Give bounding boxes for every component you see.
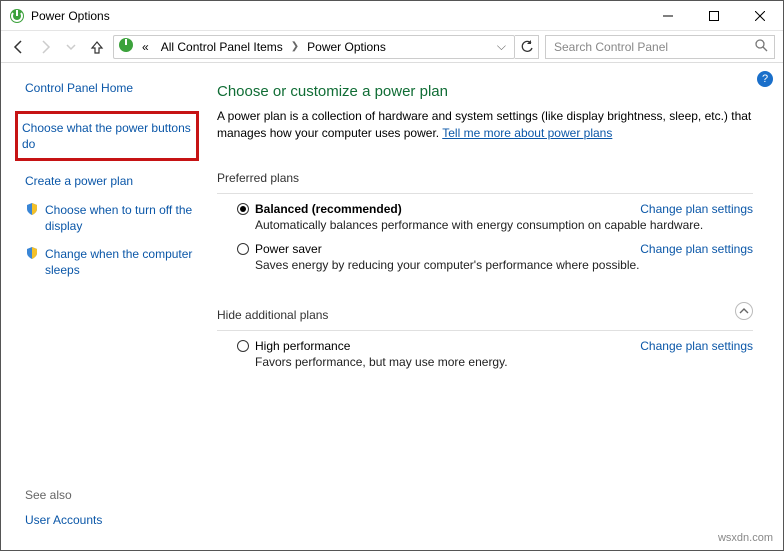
plan-balanced: Balanced (recommended) Change plan setti… [237, 202, 753, 232]
page-heading: Choose or customize a power plan [217, 83, 753, 100]
window-title: Power Options [31, 9, 110, 23]
sidebar-item-label: Choose when to turn off the display [45, 202, 199, 234]
preferred-plans-label: Preferred plans [217, 171, 753, 185]
sidebar: Control Panel Home Choose what the power… [1, 63, 211, 550]
chevron-right-icon: ❯ [291, 41, 299, 52]
breadcrumb-item[interactable]: All Control Panel Items [157, 40, 287, 54]
close-button[interactable] [737, 1, 783, 31]
plan-name[interactable]: High performance [255, 339, 640, 353]
sidebar-item-create-plan[interactable]: Create a power plan [25, 173, 199, 189]
plan-high-performance: High performance Change plan settings Fa… [237, 339, 753, 369]
main-content: Choose or customize a power plan A power… [211, 63, 783, 550]
sidebar-item-label: Create a power plan [25, 173, 133, 189]
sidebar-item-sleep[interactable]: Change when the computer sleeps [25, 246, 199, 278]
shield-icon [25, 202, 39, 216]
collapse-button[interactable] [735, 302, 753, 320]
radio-balanced[interactable] [237, 203, 249, 215]
sidebar-link-user-accounts[interactable]: User Accounts [25, 512, 199, 528]
search-input[interactable] [552, 39, 754, 55]
power-options-icon [118, 37, 134, 56]
radio-high-performance[interactable] [237, 340, 249, 352]
recent-dropdown[interactable] [61, 37, 81, 57]
breadcrumb-item[interactable]: Power Options [303, 40, 390, 54]
sidebar-item-power-buttons[interactable]: Choose what the power buttons do [15, 111, 199, 161]
chevron-down-icon[interactable]: ⌵ [493, 39, 510, 54]
breadcrumb-ellipsis[interactable]: « [138, 40, 153, 54]
sidebar-item-label: Change when the computer sleeps [45, 246, 199, 278]
change-plan-link[interactable]: Change plan settings [640, 242, 753, 256]
sidebar-item-display-off[interactable]: Choose when to turn off the display [25, 202, 199, 234]
breadcrumb[interactable]: « All Control Panel Items ❯ Power Option… [113, 35, 515, 59]
refresh-button[interactable] [515, 35, 539, 59]
back-button[interactable] [9, 37, 29, 57]
see-also-heading: See also [25, 488, 199, 502]
hide-additional-label[interactable]: Hide additional plans [217, 308, 735, 322]
title-bar: Power Options [1, 1, 783, 31]
plan-description: Saves energy by reducing your computer's… [255, 258, 753, 272]
maximize-button[interactable] [691, 1, 737, 31]
forward-button[interactable] [35, 37, 55, 57]
search-box[interactable] [545, 35, 775, 59]
plan-name[interactable]: Power saver [255, 242, 640, 256]
more-info-link[interactable]: Tell me more about power plans [442, 126, 612, 140]
sidebar-item-label: Choose what the power buttons do [22, 120, 192, 152]
power-options-icon [9, 8, 25, 24]
up-button[interactable] [87, 37, 107, 57]
watermark: wsxdn.com [718, 532, 773, 544]
change-plan-link[interactable]: Change plan settings [640, 339, 753, 353]
minimize-button[interactable] [645, 1, 691, 31]
plan-description: Favors performance, but may use more ene… [255, 355, 753, 369]
search-icon[interactable] [754, 38, 768, 55]
address-bar: « All Control Panel Items ❯ Power Option… [1, 31, 783, 63]
control-panel-home-link[interactable]: Control Panel Home [25, 81, 199, 95]
page-description: A power plan is a collection of hardware… [217, 108, 753, 143]
help-icon[interactable]: ? [757, 71, 773, 87]
change-plan-link[interactable]: Change plan settings [640, 202, 753, 216]
plan-description: Automatically balances performance with … [255, 218, 753, 232]
shield-icon [25, 246, 39, 260]
plan-power-saver: Power saver Change plan settings Saves e… [237, 242, 753, 272]
plan-name[interactable]: Balanced (recommended) [255, 202, 640, 216]
radio-power-saver[interactable] [237, 243, 249, 255]
